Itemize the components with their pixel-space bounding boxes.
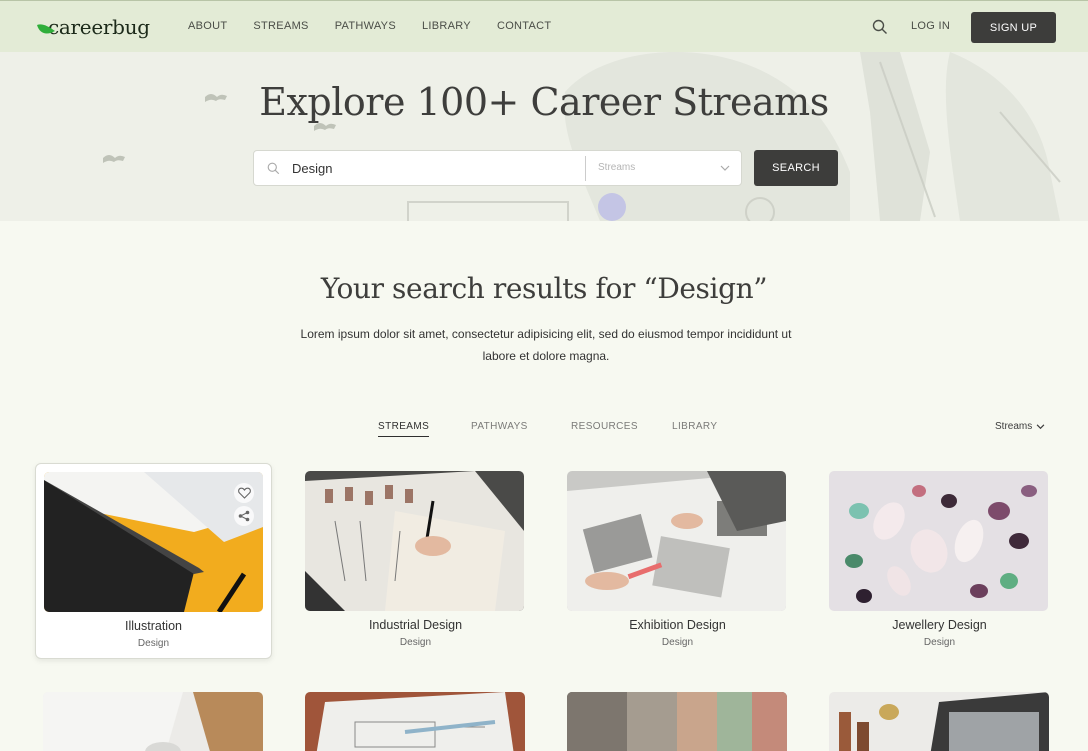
- nav-link-contact[interactable]: CONTACT: [497, 20, 551, 32]
- stream-card-exhibition-design[interactable]: Exhibition Design Design: [559, 463, 796, 659]
- search-icon: [267, 162, 280, 175]
- card-category: Design: [399, 637, 432, 648]
- card-image: [305, 471, 524, 611]
- tab-streams[interactable]: STREAMS: [378, 421, 430, 437]
- stream-card-illustration[interactable]: Illustration Design: [35, 463, 272, 659]
- card-title: Exhibition Design: [629, 618, 726, 632]
- logo-text: careerbug: [48, 15, 150, 39]
- card-image: [829, 471, 1048, 611]
- stream-card-industrial-design[interactable]: Industrial Design Design: [297, 463, 534, 659]
- stream-card-jewellery-design[interactable]: Jewellery Design Design: [821, 463, 1058, 659]
- favorite-button[interactable]: [234, 483, 254, 503]
- search-icon[interactable]: [872, 19, 888, 35]
- login-link[interactable]: LOG IN: [911, 20, 950, 32]
- tab-pathways[interactable]: PATHWAYS: [471, 421, 528, 432]
- stream-card-image-8[interactable]: [829, 692, 1049, 751]
- results-title: Your search results for “Design”: [320, 272, 768, 305]
- card-category: Design: [137, 638, 170, 649]
- sort-label: Streams: [995, 421, 1033, 432]
- stream-card-image-6[interactable]: [305, 692, 525, 751]
- nav-link-library[interactable]: LIBRARY: [422, 20, 471, 32]
- hero-illustration: [103, 52, 1061, 221]
- card-image: [567, 471, 786, 611]
- card-category: Design: [661, 637, 694, 648]
- stream-card-image-5[interactable]: [43, 692, 263, 751]
- hero-title: Explore 100+ Career Streams: [259, 80, 829, 124]
- sort-dropdown[interactable]: Streams: [995, 421, 1045, 432]
- chevron-down-icon[interactable]: [720, 165, 730, 172]
- tab-library[interactable]: LIBRARY: [672, 421, 717, 432]
- stream-card-image-7[interactable]: [567, 692, 787, 751]
- leaf-icon: [37, 24, 55, 34]
- signup-button[interactable]: SIGN UP: [971, 12, 1056, 43]
- card-title: Illustration: [125, 619, 182, 633]
- card-category: Design: [923, 637, 956, 648]
- logo[interactable]: careerbug: [36, 13, 150, 41]
- card-title: Industrial Design: [368, 618, 463, 632]
- chevron-down-icon: [1036, 423, 1045, 429]
- heart-icon: [237, 487, 251, 499]
- card-title: Jewellery Design: [892, 618, 987, 632]
- nav-link-streams[interactable]: STREAMS: [253, 20, 308, 32]
- top-navbar: careerbug ABOUT STREAMS PATHWAYS LIBRARY…: [0, 0, 1088, 52]
- nav-links: ABOUT STREAMS PATHWAYS LIBRARY CONTACT: [188, 20, 577, 32]
- search-button[interactable]: SEARCH: [754, 150, 838, 186]
- search-input[interactable]: Design: [292, 161, 332, 176]
- hero-banner: Explore 100+ Career Streams Design Strea…: [0, 52, 1088, 221]
- search-divider: [585, 156, 586, 181]
- tab-resources[interactable]: RESOURCES: [571, 421, 638, 432]
- nav-link-pathways[interactable]: PATHWAYS: [335, 20, 396, 32]
- share-icon: [238, 510, 250, 522]
- nav-link-about[interactable]: ABOUT: [188, 20, 227, 32]
- streams-select[interactable]: Streams: [598, 162, 635, 173]
- card-image: [44, 472, 263, 612]
- share-button[interactable]: [234, 506, 254, 526]
- search-bar: Design Streams: [253, 150, 742, 186]
- results-description: Lorem ipsum dolor sit amet, consectetur …: [300, 327, 792, 363]
